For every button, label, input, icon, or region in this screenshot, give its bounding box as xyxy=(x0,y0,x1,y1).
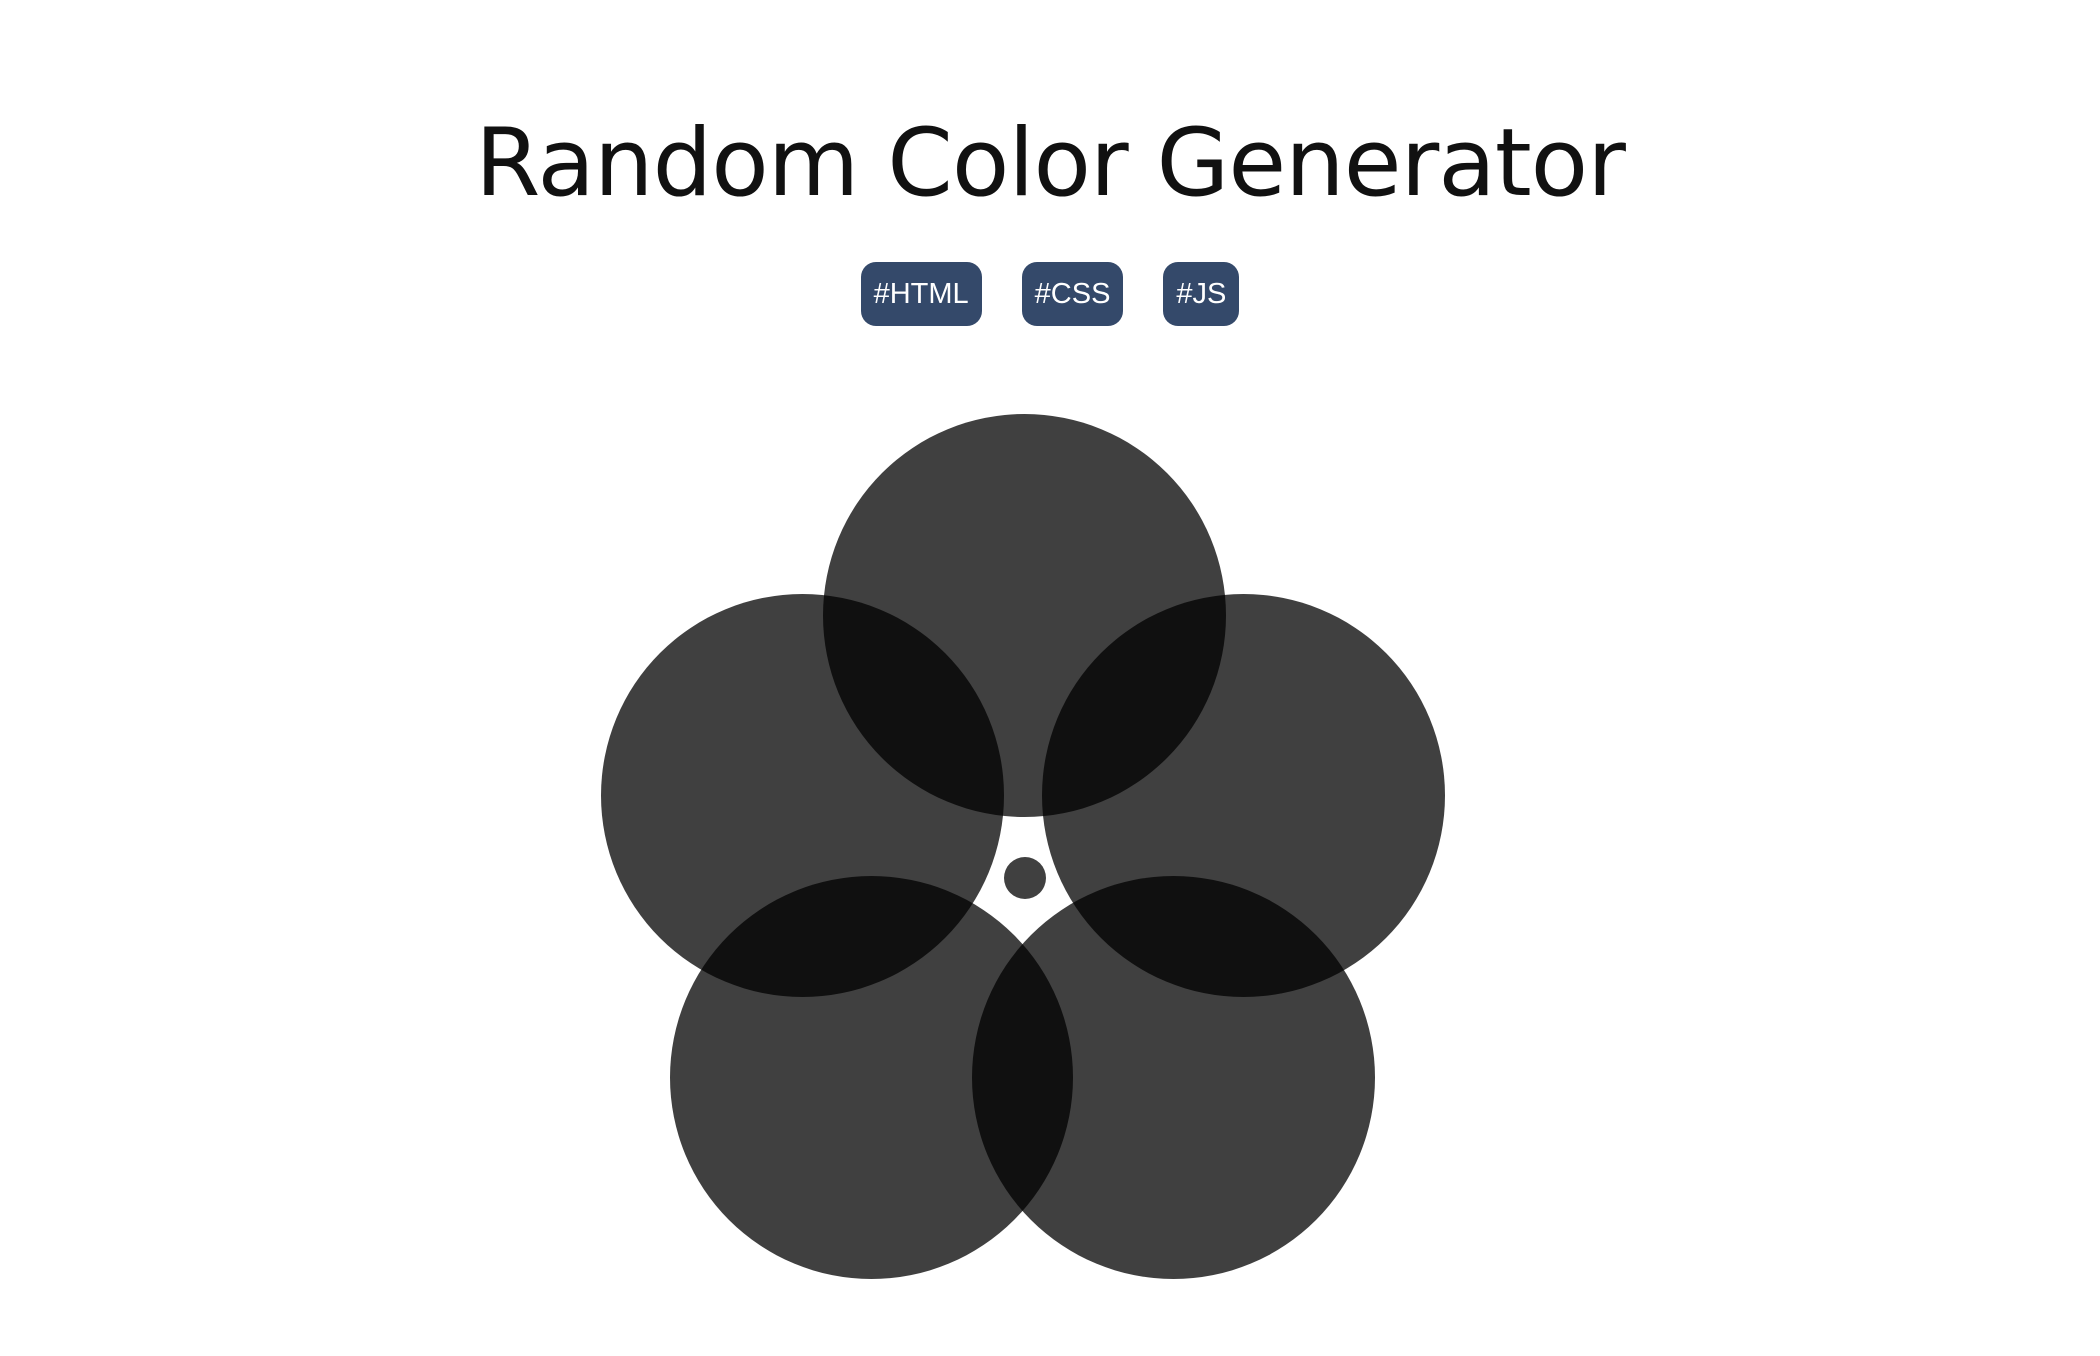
tag-html[interactable]: #HTML xyxy=(860,262,982,326)
center-dot xyxy=(1004,857,1046,899)
petal-bottom-right[interactable] xyxy=(972,876,1375,1279)
tag-js[interactable]: #JS xyxy=(1163,262,1240,326)
page-title: Random Color Generator xyxy=(475,109,1626,218)
tag-list: #HTML #CSS #JS xyxy=(0,262,2100,326)
tag-css[interactable]: #CSS xyxy=(1021,262,1124,326)
